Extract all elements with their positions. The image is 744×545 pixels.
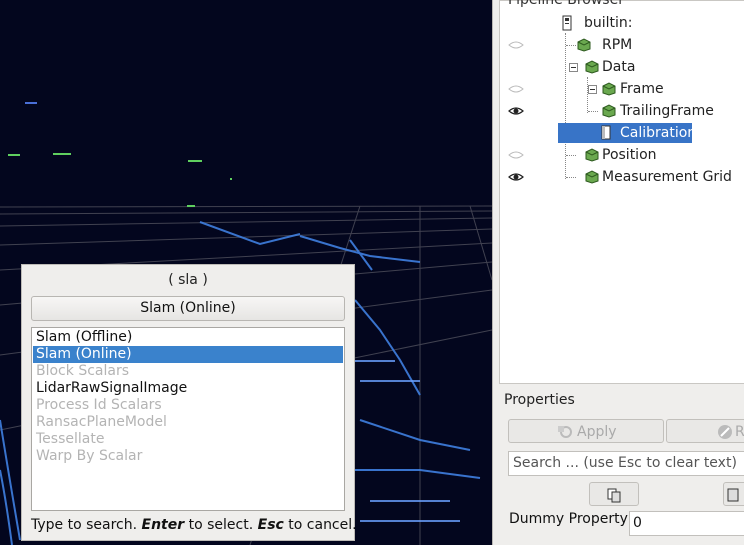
list-item[interactable]: Tessellate: [33, 431, 343, 448]
copy-properties-button[interactable]: [589, 482, 639, 506]
eye-visible-icon[interactable]: [508, 172, 524, 182]
tree-item-measurement-grid[interactable]: Measurement Grid: [500, 167, 744, 187]
tree-item-data[interactable]: Data: [500, 57, 744, 77]
reset-button[interactable]: Re: [666, 419, 744, 443]
dummy-property-input[interactable]: 0: [629, 511, 744, 536]
list-item[interactable]: Block Scalars: [33, 363, 343, 380]
quick-launch-list[interactable]: Slam (Offline) Slam (Online) Block Scala…: [31, 327, 345, 511]
reset-icon: [718, 425, 732, 439]
pipeline-source-icon: [585, 170, 599, 184]
list-item[interactable]: Process Id Scalars: [33, 397, 343, 414]
list-item[interactable]: Warp By Scalar: [33, 448, 343, 465]
paste-icon: [727, 488, 739, 502]
eye-hidden-icon[interactable]: [508, 40, 524, 50]
quick-launch-dialog: ( sla ) Slam (Online) Slam (Offline) Sla…: [21, 264, 357, 541]
collapse-icon[interactable]: [588, 85, 597, 94]
pipeline-source-icon: [602, 82, 616, 96]
eye-visible-icon[interactable]: [508, 106, 524, 116]
dummy-property-label: Dummy Property: [509, 511, 628, 527]
tree-item-position[interactable]: Position: [500, 145, 744, 165]
tree-item-builtin[interactable]: builtin:: [500, 13, 744, 33]
quick-launch-selected-button[interactable]: Slam (Online): [31, 296, 345, 321]
list-item[interactable]: LidarRawSignalImage: [33, 380, 343, 397]
quick-launch-query: ( sla ): [168, 272, 208, 288]
apply-icon: [558, 426, 572, 438]
tree-item-trailingframe[interactable]: TrailingFrame: [500, 101, 744, 121]
pipeline-source-icon: [585, 60, 599, 74]
list-item[interactable]: Slam (Online): [33, 346, 343, 363]
apply-button[interactable]: Apply: [508, 419, 664, 443]
properties-search-input[interactable]: Search ... (use Esc to clear text): [508, 451, 744, 476]
eye-hidden-icon[interactable]: [508, 84, 524, 94]
pipeline-source-icon: [577, 38, 591, 52]
pipeline-browser: Pipeline Browser builtin: RPM Data Frame…: [499, 0, 744, 384]
eye-hidden-icon[interactable]: [508, 150, 524, 160]
pipeline-browser-title: Pipeline Browser: [508, 0, 624, 8]
tree-item-calibration[interactable]: Calibration: [500, 123, 744, 143]
quick-launch-help: Type to search. Enter to select. Esc to …: [31, 517, 357, 533]
list-item[interactable]: Slam (Offline): [33, 329, 343, 346]
copy-icon: [607, 488, 621, 503]
collapse-icon[interactable]: [569, 63, 578, 72]
server-icon: [562, 15, 572, 31]
pipeline-source-icon: [585, 148, 599, 162]
properties-title: Properties: [504, 392, 575, 408]
right-dock: Pipeline Browser builtin: RPM Data Frame…: [492, 0, 744, 545]
paste-properties-button[interactable]: [723, 482, 744, 506]
list-item[interactable]: RansacPlaneModel: [33, 414, 343, 431]
pipeline-filter-icon: [602, 104, 616, 118]
tree-item-rpm[interactable]: RPM: [500, 35, 744, 55]
tree-item-frame[interactable]: Frame: [500, 79, 744, 99]
table-source-icon: [601, 125, 611, 140]
